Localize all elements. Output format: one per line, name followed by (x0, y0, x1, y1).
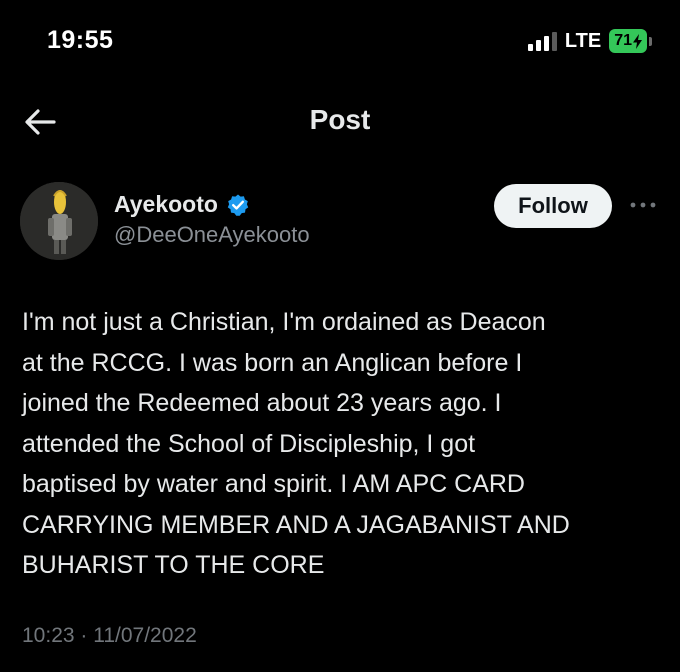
page-header: Post (0, 86, 680, 160)
post-text-line: at the RCCG. I was born an Anglican befo… (22, 348, 523, 377)
post-text-line: CARRYING MEMBER AND A JAGABANIST AND (22, 510, 570, 539)
charging-bolt-icon (633, 33, 642, 49)
post-text-line: attended the School of Discipleship, I g… (22, 429, 476, 458)
post-text-line: joined the Redeemed about 23 years ago. … (22, 389, 502, 417)
post-text-line: I'm not just a Christian, I'm ordained a… (22, 308, 546, 336)
status-time: 19:55 (47, 26, 114, 54)
post-timestamp[interactable]: 10:23 · 11/07/2022 (22, 624, 197, 648)
more-options-button[interactable] (626, 192, 660, 218)
display-name[interactable]: Ayekooto (114, 191, 218, 218)
post-text-line: baptised by water and spirit. I AM APC C… (22, 470, 525, 498)
name-row: Ayekooto (114, 191, 250, 218)
network-type: LTE (564, 29, 602, 52)
post-text-line: BUHARIST TO THE CORE (22, 551, 325, 579)
status-bar: 19:55 LTE 71 (0, 0, 680, 86)
signal-strength-icon (527, 31, 557, 51)
more-horizontal-icon (630, 202, 656, 208)
verified-badge-icon (227, 194, 249, 216)
battery-icon: 71 (609, 29, 652, 53)
avatar-image (20, 182, 98, 260)
battery-level: 71 (614, 32, 632, 49)
post-text: I'm not just a Christian, I'm ordained a… (22, 302, 652, 586)
post-author: Ayekooto @DeeOneAyekooto Follow (20, 180, 660, 270)
status-indicators: LTE 71 (527, 29, 652, 53)
page-title: Post (309, 104, 371, 135)
user-handle[interactable]: @DeeOneAyekooto (114, 222, 310, 248)
follow-button[interactable]: Follow (494, 184, 612, 228)
avatar[interactable] (20, 182, 98, 260)
